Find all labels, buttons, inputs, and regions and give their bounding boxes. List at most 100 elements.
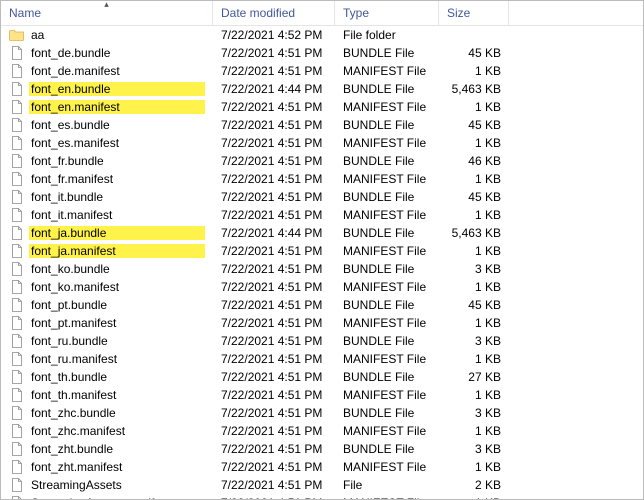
file-name-cell: font_fr.manifest	[1, 171, 213, 187]
file-type-cell: BUNDLE File	[335, 406, 439, 420]
file-icon	[9, 261, 25, 277]
file-size-cell: 1 KB	[439, 208, 509, 222]
file-list[interactable]: aa7/22/2021 4:52 PMFile folderfont_de.bu…	[1, 26, 643, 500]
file-size-cell: 45 KB	[439, 298, 509, 312]
file-name-cell: font_es.manifest	[1, 135, 213, 151]
file-name-label: font_it.manifest	[29, 208, 205, 222]
file-row[interactable]: font_th.bundle7/22/2021 4:51 PMBUNDLE Fi…	[1, 368, 643, 386]
file-row[interactable]: font_ja.manifest7/22/2021 4:51 PMMANIFES…	[1, 242, 643, 260]
file-name-cell: font_es.bundle	[1, 117, 213, 133]
file-row[interactable]: font_ko.manifest7/22/2021 4:51 PMMANIFES…	[1, 278, 643, 296]
file-name-label: font_zht.manifest	[29, 460, 205, 474]
file-name-cell: StreamingAssets	[1, 477, 213, 493]
file-icon	[9, 351, 25, 367]
file-row[interactable]: font_en.manifest 7/22/2021 4:51 PMMANIFES…	[1, 98, 643, 116]
file-name-label: font_en.manifest	[29, 100, 205, 114]
file-date-cell: 7/22/2021 4:51 PM	[213, 478, 335, 492]
file-row[interactable]: font_de.bundle7/22/2021 4:51 PMBUNDLE Fi…	[1, 44, 643, 62]
folder-icon	[9, 27, 25, 43]
file-name-cell: font_zhc.manifest	[1, 423, 213, 439]
file-row[interactable]: font_zhc.manifest 7/22/2021 4:51 PMMANIFE…	[1, 422, 643, 440]
file-size-cell: 1 KB	[439, 460, 509, 474]
file-name-cell: font_ja.bundle	[1, 225, 213, 241]
file-name-label: font_es.bundle	[29, 118, 205, 132]
file-date-cell: 7/22/2021 4:51 PM	[213, 334, 335, 348]
file-date-cell: 7/22/2021 4:51 PM	[213, 64, 335, 78]
file-size-cell: 46 KB	[439, 154, 509, 168]
file-row[interactable]: font_pt.bundle7/22/2021 4:51 PMBUNDLE Fi…	[1, 296, 643, 314]
file-date-cell: 7/22/2021 4:51 PM	[213, 118, 335, 132]
column-header-size[interactable]: Size	[439, 1, 509, 25]
file-explorer-pane: { "columns": { "name": "Name", "date": "…	[0, 0, 644, 500]
file-row[interactable]: font_en.bundle7/22/2021 4:44 PMBUNDLE Fi…	[1, 80, 643, 98]
file-row[interactable]: font_ko.bundle7/22/2021 4:51 PMBUNDLE Fi…	[1, 260, 643, 278]
file-type-cell: File	[335, 478, 439, 492]
file-type-cell: MANIFEST File	[335, 280, 439, 294]
file-icon	[9, 117, 25, 133]
file-name-cell: font_zht.bundle	[1, 441, 213, 457]
file-row[interactable]: font_ru.bundle7/22/2021 4:51 PMBUNDLE Fi…	[1, 332, 643, 350]
file-size-cell: 5,463 KB	[439, 226, 509, 240]
file-name-cell: font_pt.manifest	[1, 315, 213, 331]
file-date-cell: 7/22/2021 4:51 PM	[213, 172, 335, 186]
file-type-cell: BUNDLE File	[335, 370, 439, 384]
file-type-cell: BUNDLE File	[335, 442, 439, 456]
file-name-cell: font_ru.manifest	[1, 351, 213, 367]
file-name-label: font_de.manifest	[29, 64, 205, 78]
file-name-cell: font_th.manifest	[1, 387, 213, 403]
file-row[interactable]: aa7/22/2021 4:52 PMFile folder	[1, 26, 643, 44]
file-type-cell: MANIFEST File	[335, 244, 439, 258]
file-size-cell: 5,463 KB	[439, 82, 509, 96]
file-row[interactable]: font_ja.bundle7/22/2021 4:44 PMBUNDLE Fi…	[1, 224, 643, 242]
file-icon	[9, 243, 25, 259]
file-icon	[9, 171, 25, 187]
column-header-name[interactable]: ▴ Name	[1, 1, 213, 25]
file-row[interactable]: font_de.manifest7/22/2021 4:51 PMMANIFES…	[1, 62, 643, 80]
file-type-cell: MANIFEST File	[335, 424, 439, 438]
file-name-cell: font_ja.manifest	[1, 243, 213, 259]
file-icon	[9, 45, 25, 61]
file-name-label: font_zht.bundle	[29, 442, 205, 456]
file-row[interactable]: font_ru.manifest7/22/2021 4:51 PMMANIFES…	[1, 350, 643, 368]
file-date-cell: 7/22/2021 4:51 PM	[213, 424, 335, 438]
file-date-cell: 7/22/2021 4:51 PM	[213, 298, 335, 312]
file-date-cell: 7/22/2021 4:51 PM	[213, 442, 335, 456]
file-name-cell: font_pt.bundle	[1, 297, 213, 313]
file-name-label: font_zhc.manifest	[29, 424, 205, 438]
column-header-type[interactable]: Type	[335, 1, 439, 25]
file-row[interactable]: font_it.bundle7/22/2021 4:51 PMBUNDLE Fi…	[1, 188, 643, 206]
file-icon	[9, 297, 25, 313]
file-icon	[9, 495, 25, 500]
file-row[interactable]: font_zht.bundle 7/22/2021 4:51 PMBUNDLE F…	[1, 440, 643, 458]
file-row[interactable]: font_fr.bundle7/22/2021 4:51 PMBUNDLE Fi…	[1, 152, 643, 170]
file-size-cell: 1 KB	[439, 496, 509, 500]
column-header-date[interactable]: Date modified	[213, 1, 335, 25]
file-size-cell: 1 KB	[439, 136, 509, 150]
file-row[interactable]: font_fr.manifest7/22/2021 4:51 PMMANIFES…	[1, 170, 643, 188]
file-row[interactable]: font_zhc.bundle7/22/2021 4:51 PMBUNDLE F…	[1, 404, 643, 422]
file-row[interactable]: font_zht.manifest7/22/2021 4:51 PMMANIFE…	[1, 458, 643, 476]
file-row[interactable]: font_th.manifest7/22/2021 4:51 PMMANIFES…	[1, 386, 643, 404]
file-row[interactable]: font_es.bundle7/22/2021 4:51 PMBUNDLE Fi…	[1, 116, 643, 134]
file-name-cell: font_zht.manifest	[1, 459, 213, 475]
file-size-cell: 45 KB	[439, 118, 509, 132]
file-date-cell: 7/22/2021 4:51 PM	[213, 100, 335, 114]
file-row[interactable]: StreamingAssets7/22/2021 4:51 PMFile2 KB	[1, 476, 643, 494]
column-header-row: ▴ Name Date modified Type Size	[1, 1, 643, 26]
file-row[interactable]: font_it.manifest7/22/2021 4:51 PMMANIFES…	[1, 206, 643, 224]
file-date-cell: 7/22/2021 4:51 PM	[213, 352, 335, 366]
file-size-cell: 45 KB	[439, 190, 509, 204]
file-row[interactable]: font_pt.manifest7/22/2021 4:51 PMMANIFES…	[1, 314, 643, 332]
file-date-cell: 7/22/2021 4:51 PM	[213, 262, 335, 276]
file-type-cell: MANIFEST File	[335, 388, 439, 402]
file-row[interactable]: font_es.manifest7/22/2021 4:51 PMMANIFES…	[1, 134, 643, 152]
file-size-cell: 1 KB	[439, 172, 509, 186]
file-date-cell: 7/22/2021 4:51 PM	[213, 370, 335, 384]
file-icon	[9, 459, 25, 475]
file-name-label: font_th.manifest	[29, 388, 205, 402]
file-type-cell: MANIFEST File	[335, 100, 439, 114]
sort-indicator-up-icon: ▴	[104, 0, 109, 10]
file-type-cell: MANIFEST File	[335, 172, 439, 186]
file-row[interactable]: StreamingAssets.manifest7/22/2021 4:51 P…	[1, 494, 643, 500]
file-name-label: font_pt.manifest	[29, 316, 205, 330]
